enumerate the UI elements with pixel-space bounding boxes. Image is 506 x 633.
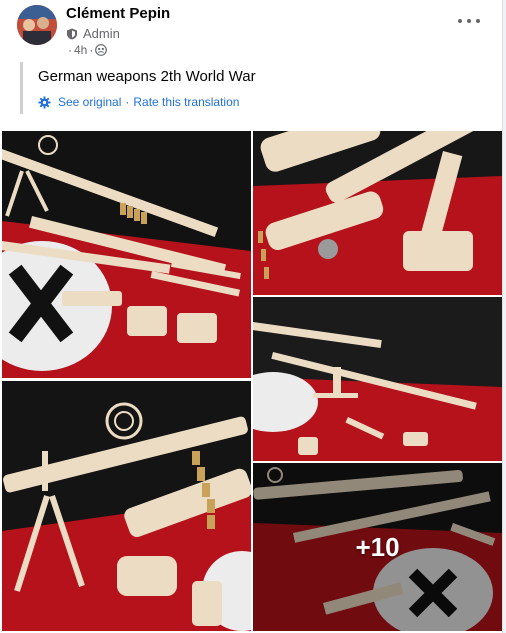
photo-3-image: [253, 297, 502, 461]
role-label: Admin: [83, 26, 120, 41]
shield-icon: [67, 28, 77, 39]
more-photos-overlay[interactable]: +10: [253, 463, 502, 631]
link-separator: ·: [125, 95, 130, 109]
post-header: Clément Pepin Admin · 4h ·: [17, 5, 502, 59]
rate-translation-link[interactable]: Rate this translation: [133, 95, 239, 109]
role-row: Admin: [66, 26, 120, 41]
avatar[interactable]: [17, 5, 57, 45]
avatar-image: [17, 5, 57, 45]
post-card: Clément Pepin Admin · 4h · German weapon…: [0, 0, 503, 633]
post-meta: · 4h ·: [66, 43, 108, 57]
post-time[interactable]: 4h: [74, 43, 87, 57]
meta-dot: ·: [68, 43, 72, 57]
translation-row: See original · Rate this translation: [38, 95, 239, 109]
more-options-icon[interactable]: [458, 13, 480, 29]
translated-text-block: German weapons 2th World War See origina…: [20, 62, 495, 114]
post-text: German weapons 2th World War: [38, 68, 256, 85]
post-photo-3[interactable]: [253, 297, 502, 461]
post-photo-5[interactable]: +10: [253, 463, 502, 631]
photo-1-image: [2, 131, 251, 378]
see-original-link[interactable]: See original: [58, 95, 121, 109]
author-name[interactable]: Clément Pepin: [66, 5, 170, 22]
group-members-icon: [95, 44, 108, 56]
post-photo-2[interactable]: [253, 131, 502, 295]
photo-2-image: [253, 131, 502, 295]
post-photo-4[interactable]: [2, 381, 251, 631]
gear-icon: [38, 95, 51, 109]
post-photo-1[interactable]: [2, 131, 251, 378]
meta-dot: ·: [89, 43, 94, 57]
more-photos-count: +10: [355, 531, 400, 562]
photo-4-image: [2, 381, 251, 631]
